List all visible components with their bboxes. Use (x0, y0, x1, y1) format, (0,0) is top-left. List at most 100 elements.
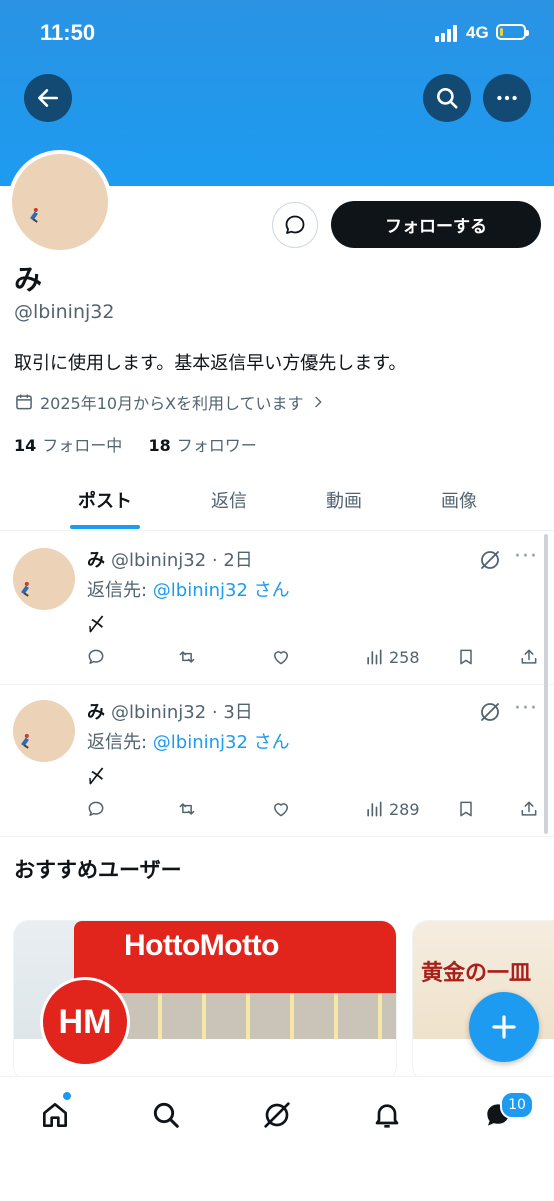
tab-images[interactable]: 画像 (410, 470, 508, 530)
more-icon (497, 95, 517, 101)
post-avatar[interactable] (13, 700, 75, 762)
grok-icon[interactable] (478, 700, 502, 724)
search-button[interactable] (423, 74, 471, 122)
message-icon (285, 215, 305, 234)
reply-icon (88, 801, 104, 816)
followers-link[interactable]: 18 フォロワー (148, 436, 256, 455)
post-handle-time: @lbininj32 · 3日 (111, 702, 253, 723)
bell-icon (375, 1104, 399, 1128)
message-button[interactable] (272, 202, 318, 248)
like-icon (274, 803, 288, 817)
battery-level (500, 28, 503, 36)
bookmark-button[interactable] (456, 646, 476, 668)
like-button[interactable] (271, 646, 291, 668)
reply-button[interactable] (86, 798, 106, 820)
network-type: 4G (466, 23, 489, 42)
profile-handle: @lbininj32 (14, 301, 115, 323)
bookmark-button[interactable] (456, 798, 476, 820)
avatar-figure (21, 737, 29, 747)
search-icon (153, 1102, 179, 1128)
share-icon (521, 649, 537, 664)
reply-prefix: 返信先: (87, 580, 153, 601)
post-handle-time: @lbininj32 · 2日 (111, 550, 253, 571)
repost-icon (179, 651, 195, 663)
bookmark-icon (460, 801, 472, 817)
reply-icon (88, 649, 104, 664)
followers-count: 18 (148, 436, 171, 455)
views-count: 258 (389, 647, 420, 667)
post-author[interactable]: み (87, 550, 105, 571)
post-body: 〆 (86, 764, 106, 788)
card-banner-title: 黄金の一皿 (421, 960, 532, 986)
views-count: 289 (389, 799, 420, 819)
tab-posts[interactable]: ポスト (55, 470, 155, 530)
card-avatar[interactable]: HM (40, 977, 130, 1067)
back-arrow-icon (38, 89, 58, 107)
like-button[interactable] (271, 798, 291, 820)
reply-to: 返信先: @lbininj32 さん (87, 576, 290, 602)
back-button[interactable] (24, 74, 72, 122)
home-icon (43, 1103, 67, 1127)
bottom-nav: 10 (0, 1076, 554, 1201)
follow-button[interactable]: フォローする (331, 201, 541, 248)
share-button[interactable] (519, 646, 539, 668)
post[interactable]: み @lbininj32 · 2日 返信先: @lbininj32 さん 〆 ··… (0, 532, 554, 685)
hm-logo-text: HM (43, 980, 127, 1064)
post-header: み @lbininj32 · 3日 (87, 698, 253, 724)
home-notification-dot (62, 1091, 72, 1101)
followers-label: フォロワー (176, 436, 257, 455)
post-author[interactable]: み (87, 702, 105, 723)
follow-stats: 14 フォロー中 18 フォロワー (14, 432, 257, 456)
post-more-icon[interactable]: ··· (514, 696, 538, 721)
recommended-card[interactable]: HottoMotto HM (13, 920, 397, 1082)
nav-notifications[interactable] (367, 1095, 407, 1135)
nav-home[interactable] (35, 1095, 75, 1135)
following-link[interactable]: 14 フォロー中 (14, 436, 122, 455)
profile-avatar[interactable] (8, 150, 112, 254)
avatar-figure (21, 585, 29, 595)
compose-button[interactable] (469, 992, 539, 1062)
tab-replies[interactable]: 返信 (180, 470, 278, 530)
post[interactable]: み @lbininj32 · 3日 返信先: @lbininj32 さん 〆 ··… (0, 684, 554, 837)
nav-grok[interactable] (257, 1095, 297, 1135)
messages-badge: 10 (500, 1091, 534, 1119)
views-button[interactable]: 258 (364, 646, 420, 668)
tab-videos[interactable]: 動画 (295, 470, 393, 530)
status-bar: 11:50 4G (0, 0, 554, 66)
joined-text: 2025年10月からXを利用しています (40, 394, 304, 413)
recommended-title: おすすめユーザー (14, 858, 182, 882)
repost-button[interactable] (177, 646, 197, 668)
grok-icon[interactable] (478, 548, 502, 572)
storefront-text: HottoMotto (124, 929, 279, 962)
reply-button[interactable] (86, 646, 106, 668)
share-icon (521, 801, 537, 816)
more-button[interactable] (483, 74, 531, 122)
chevron-right-icon (314, 396, 322, 408)
search-icon (437, 88, 458, 109)
repost-icon (179, 803, 195, 815)
joined-date[interactable]: 2025年10月からXを利用しています (14, 390, 326, 414)
calendar-icon (16, 394, 32, 410)
reply-handle-link[interactable]: @lbininj32 さん (153, 580, 290, 601)
grok-icon (264, 1102, 290, 1128)
profile-bio: 取引に使用します。基本返信早い方優先します。 (14, 353, 407, 374)
following-label: フォロー中 (42, 436, 123, 455)
scrollbar[interactable] (544, 534, 548, 834)
reply-prefix: 返信先: (87, 732, 153, 753)
post-avatar[interactable] (13, 548, 75, 610)
views-icon (367, 801, 382, 817)
share-button[interactable] (519, 798, 539, 820)
display-name: み (14, 263, 43, 296)
battery-icon (496, 24, 529, 40)
status-time: 11:50 (40, 20, 96, 45)
post-more-icon[interactable]: ··· (514, 544, 538, 569)
repost-button[interactable] (177, 798, 197, 820)
nav-search[interactable] (146, 1095, 186, 1135)
reply-to: 返信先: @lbininj32 さん (87, 728, 290, 754)
views-button[interactable]: 289 (364, 798, 420, 820)
avatar-figure (30, 211, 38, 221)
reply-handle-link[interactable]: @lbininj32 さん (153, 732, 290, 753)
following-count: 14 (14, 436, 37, 455)
post-body: 〆 (86, 612, 106, 636)
profile-tabs: ポスト 返信 動画 画像 (0, 470, 554, 531)
